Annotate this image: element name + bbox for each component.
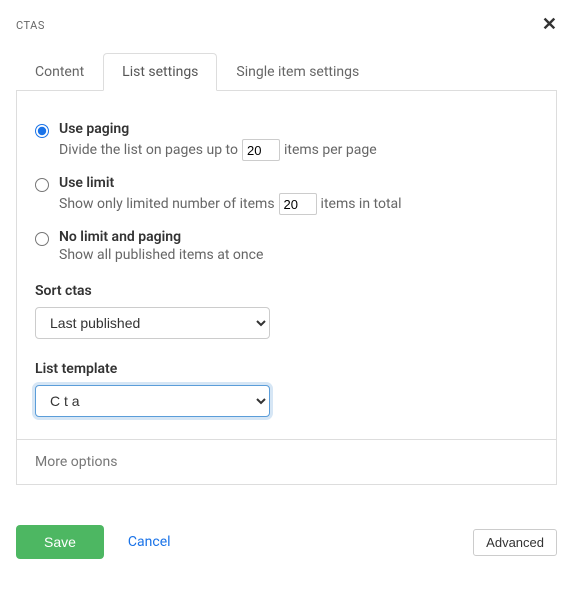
tab-list-settings[interactable]: List settings xyxy=(103,53,217,91)
template-label: List template xyxy=(35,361,538,377)
items-per-page-input[interactable] xyxy=(242,139,280,161)
use-limit-desc-before: Show only limited number of items xyxy=(59,196,275,212)
use-paging-option[interactable]: Use paging Divide the list on pages up t… xyxy=(35,121,538,161)
more-options-toggle[interactable]: More options xyxy=(17,439,556,484)
use-paging-radio[interactable] xyxy=(35,124,49,138)
use-paging-desc-after: items per page xyxy=(284,142,377,158)
tab-single-item-settings[interactable]: Single item settings xyxy=(217,53,378,91)
sort-label: Sort ctas xyxy=(35,283,538,299)
paging-radio-group: Use paging Divide the list on pages up t… xyxy=(35,121,538,263)
use-limit-option[interactable]: Use limit Show only limited number of it… xyxy=(35,175,538,215)
modal-title: CTAS xyxy=(16,19,45,32)
tab-content[interactable]: Content xyxy=(16,53,103,91)
advanced-button[interactable]: Advanced xyxy=(473,529,557,556)
use-limit-label: Use limit xyxy=(59,175,538,191)
use-paging-desc-before: Divide the list on pages up to xyxy=(59,142,238,158)
save-button[interactable]: Save xyxy=(16,525,104,559)
no-limit-desc: Show all published items at once xyxy=(59,247,263,263)
no-limit-option[interactable]: No limit and paging Show all published i… xyxy=(35,229,538,263)
close-icon[interactable]: ✕ xyxy=(542,16,557,34)
no-limit-radio[interactable] xyxy=(35,232,49,246)
no-limit-label: No limit and paging xyxy=(59,229,538,245)
use-limit-desc-after: items in total xyxy=(321,196,402,212)
use-paging-label: Use paging xyxy=(59,121,538,137)
use-limit-radio[interactable] xyxy=(35,178,49,192)
sort-select[interactable]: Last published xyxy=(35,307,270,339)
tabs: Content List settings Single item settin… xyxy=(16,52,557,91)
list-template-select[interactable]: C t a xyxy=(35,385,270,417)
items-total-input[interactable] xyxy=(279,193,317,215)
settings-panel: Use paging Divide the list on pages up t… xyxy=(16,91,557,485)
footer: Save Cancel Advanced xyxy=(16,525,557,559)
cancel-button[interactable]: Cancel xyxy=(128,534,171,550)
